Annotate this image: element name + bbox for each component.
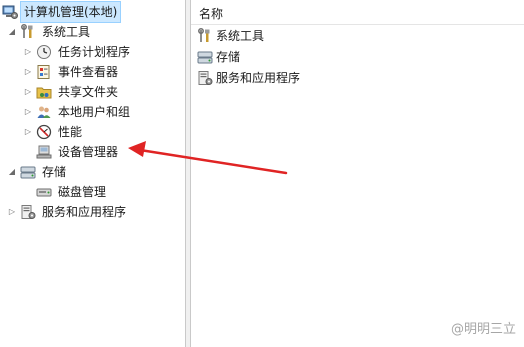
tree-label: 本地用户和组	[58, 105, 131, 119]
tree-label: 磁盘管理	[58, 185, 107, 199]
collapse-triangle-icon[interactable]: ◢	[6, 162, 18, 182]
tree-label: 事件查看器	[58, 65, 119, 79]
tree-label: 系统工具	[42, 25, 91, 39]
tree-item-storage[interactable]: ◢ 存储	[6, 162, 69, 182]
device-manager-icon	[36, 145, 52, 159]
tree-label: 性能	[58, 125, 83, 139]
tree-item-task-scheduler[interactable]: ▷ 任务计划程序	[22, 42, 133, 62]
tree-item-shared-folders[interactable]: ▷ 共享文件夹	[22, 82, 121, 102]
tree-item-performance[interactable]: ▷ 性能	[22, 122, 85, 142]
tree-item-disk-management[interactable]: 磁盘管理	[36, 182, 109, 202]
expand-triangle-icon[interactable]: ▷	[22, 62, 34, 82]
column-header-label: 名称	[199, 7, 224, 21]
expand-triangle-icon[interactable]: ▷	[22, 122, 34, 142]
column-header-name[interactable]: 名称	[191, 4, 524, 25]
list-item[interactable]: 系统工具	[197, 26, 264, 46]
event-viewer-icon	[37, 65, 50, 79]
list-item-label: 系统工具	[216, 29, 265, 43]
tree-item-system-tools[interactable]: ◢ 系统工具	[6, 22, 93, 42]
services-icon	[198, 71, 213, 85]
tree-item-computer-management[interactable]: 计算机管理(本地)	[2, 1, 122, 23]
clock-icon	[37, 45, 51, 59]
tree-label: 服务和应用程序	[42, 205, 127, 219]
tree-item-device-manager[interactable]: 设备管理器	[36, 142, 121, 162]
storage-icon	[20, 166, 36, 179]
disk-management-icon	[36, 188, 52, 197]
users-icon	[37, 106, 51, 118]
watermark-text: @明明三立	[450, 322, 516, 337]
tools-icon	[21, 24, 33, 38]
computer-management-icon	[2, 5, 18, 19]
expand-triangle-icon[interactable]: ▷	[22, 42, 34, 62]
list-item[interactable]: 存储	[197, 47, 240, 67]
expand-triangle-icon[interactable]: ▷	[22, 82, 34, 102]
collapse-triangle-icon[interactable]: ◢	[6, 22, 18, 42]
tree-label: 共享文件夹	[58, 85, 119, 99]
tree-label: 任务计划程序	[58, 45, 131, 59]
list-item-label: 服务和应用程序	[216, 71, 301, 85]
storage-icon	[197, 51, 213, 64]
tree-label: 存储	[42, 165, 67, 179]
watermark: @明明三立	[451, 318, 516, 337]
expand-triangle-icon[interactable]: ▷	[22, 102, 34, 122]
list-item-label: 存储	[216, 50, 241, 64]
list-item[interactable]: 服务和应用程序	[197, 68, 300, 88]
tree-item-local-users-groups[interactable]: ▷ 本地用户和组	[22, 102, 133, 122]
tree-label: 计算机管理(本地)	[19, 1, 122, 23]
expand-triangle-icon[interactable]: ▷	[6, 202, 18, 222]
details-pane: 名称 系统工具 存储 服务和应用程序 @明明三立	[191, 0, 524, 347]
services-icon	[21, 205, 36, 219]
navigation-tree: 计算机管理(本地) ◢ 系统工具 ▷ 任务计划程序 ▷ 事件查看器 ▷ 共享文件…	[0, 0, 185, 347]
performance-gauge-icon	[36, 124, 52, 140]
tools-icon	[198, 28, 210, 42]
tree-item-event-viewer[interactable]: ▷ 事件查看器	[22, 62, 121, 82]
tree-label: 设备管理器	[58, 145, 119, 159]
tree-item-services-apps[interactable]: ▷ 服务和应用程序	[6, 202, 129, 222]
shared-folder-icon	[36, 87, 52, 99]
